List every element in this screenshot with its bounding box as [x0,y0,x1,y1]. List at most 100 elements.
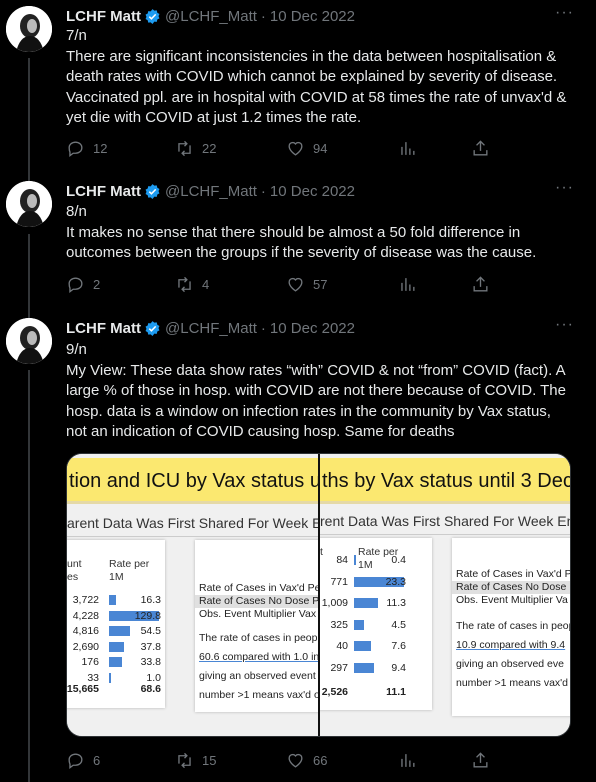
banner-text: ths by Vax status until 3 Dec 2 [322,470,571,492]
display-name[interactable]: LCHF Matt [66,183,141,200]
handle[interactable]: @LCHF_Matt [165,8,257,25]
info-text: 10.9 compared with 9.4 [456,639,566,651]
avatar[interactable] [6,318,52,364]
reply-count: 12 [93,141,108,156]
banner-text: tion and ICU by Vax status until [69,470,318,492]
like-button[interactable]: 57 [286,275,327,294]
timestamp[interactable]: 10 Dec 2022 [270,8,355,25]
more-options-icon[interactable]: ··· [555,4,574,22]
action-bar: 6 15 66 [58,751,498,771]
table-row: 3,722 16.3 [67,594,165,607]
views-button[interactable] [398,751,417,770]
analytics-icon [401,142,415,155]
retweet-button[interactable]: 22 [175,139,216,158]
info-row: Rate of Cases in Vax'd P [456,568,571,580]
row-rate: 33.8 [140,656,161,668]
rate-bar [354,598,378,608]
row-rate: 7.6 [391,640,406,652]
heart-icon [288,141,303,156]
analytics-icon [401,278,415,291]
row-rate: 37.8 [140,640,161,653]
table-row: 4,228 129.8 [67,610,165,623]
tweet-text: 8/n It makes no sense that there should … [66,202,568,264]
tweet-header: LCHF Matt @LCHF_Matt · 10 Dec 2022 [66,6,355,26]
share-button[interactable] [471,751,490,770]
tweet[interactable]: LCHF Matt @LCHF_Matt · 10 Dec 2022 ··· 8… [0,176,596,306]
like-button[interactable]: 66 [286,751,327,770]
avatar[interactable] [6,6,52,52]
tweet[interactable]: LCHF Matt @LCHF_Matt · 10 Dec 2022 ··· 7… [0,0,596,170]
row-rate: 11.3 [386,597,406,609]
retweet-button[interactable]: 4 [175,275,209,294]
timestamp[interactable]: 10 Dec 2022 [270,320,355,337]
reply-icon [68,141,83,157]
row-rate: 9.4 [391,661,406,674]
display-name[interactable]: LCHF Matt [66,320,141,337]
total-rate: 11.1 [386,686,406,698]
reply-button[interactable]: 2 [66,275,100,294]
image-banner: ths by Vax status until 3 Dec 2 [320,458,571,504]
views-button[interactable] [398,275,417,294]
reply-button[interactable]: 12 [66,139,107,158]
table-total-row: 15,665 68.6 [67,683,165,696]
rate-bar [109,595,116,605]
share-button[interactable] [471,275,490,294]
row-count: 2,690 [72,640,99,653]
info-text: number >1 means vax'd o [199,689,318,701]
share-icon [473,276,488,292]
retweet-icon [178,752,191,769]
info-row: Obs. Event Multiplier Vax [199,608,317,620]
share-button[interactable] [471,139,490,158]
row-rate: 129.8 [134,609,161,622]
rate-bar [109,672,111,683]
more-options-icon[interactable]: ··· [555,316,574,334]
more-options-icon[interactable]: ··· [555,179,574,197]
like-count: 66 [313,753,328,768]
timestamp[interactable]: 10 Dec 2022 [270,183,355,200]
table-row: 1,009 11.3 [320,597,432,610]
table-row: 176 33.8 [67,656,165,669]
row-count: 771 [330,575,348,588]
reply-count: 6 [93,753,101,768]
column-header: Rate per 1M [109,558,150,583]
avatar[interactable] [6,181,52,227]
tweet-body: It makes no sense that there should be a… [66,223,537,262]
retweet-count: 22 [202,141,217,156]
handle[interactable]: @LCHF_Matt [165,183,257,200]
media-image-right[interactable]: ths by Vax status until 3 Dec 2 rent Dat… [320,454,571,736]
reply-icon [68,753,83,769]
reply-button[interactable]: 6 [66,751,100,770]
retweet-count: 4 [202,277,210,292]
avatar-image-icon [6,318,52,364]
row-count: 176 [81,656,99,668]
avatar-image-icon [6,181,52,227]
retweet-button[interactable]: 15 [175,751,216,770]
total-count: 15,665 [67,683,99,695]
tweet-header: LCHF Matt @LCHF_Matt · 10 Dec 2022 [66,318,355,338]
tweet-media[interactable]: tion and ICU by Vax status until arent D… [66,453,571,737]
table-row: 325 4.5 [320,619,432,632]
table-row: 40 7.6 [320,640,432,653]
rate-bar [109,626,130,636]
handle[interactable]: @LCHF_Matt [165,320,257,337]
heart-icon [288,277,303,292]
like-count: 94 [313,141,328,156]
row-count: 325 [330,618,348,631]
action-bar: 2 4 57 [58,275,498,295]
media-image-left[interactable]: tion and ICU by Vax status until arent D… [67,454,318,736]
column-header: unt es [67,558,82,583]
subtitle-text: rent Data Was First Shared For Week Endi [320,513,571,529]
display-name[interactable]: LCHF Matt [66,8,141,25]
rate-bar [109,657,122,667]
image-banner: tion and ICU by Vax status until [67,458,318,504]
share-icon [473,140,488,156]
separator-dot: · [260,182,266,200]
retweet-icon [178,140,191,157]
views-button[interactable] [398,139,417,158]
reply-icon [68,277,83,293]
table-total-row: 2,526 11.1 [320,686,432,699]
total-rate: 68.6 [140,683,161,695]
row-count: 40 [336,640,348,652]
like-button[interactable]: 94 [286,139,327,158]
verified-badge-icon [145,320,160,336]
